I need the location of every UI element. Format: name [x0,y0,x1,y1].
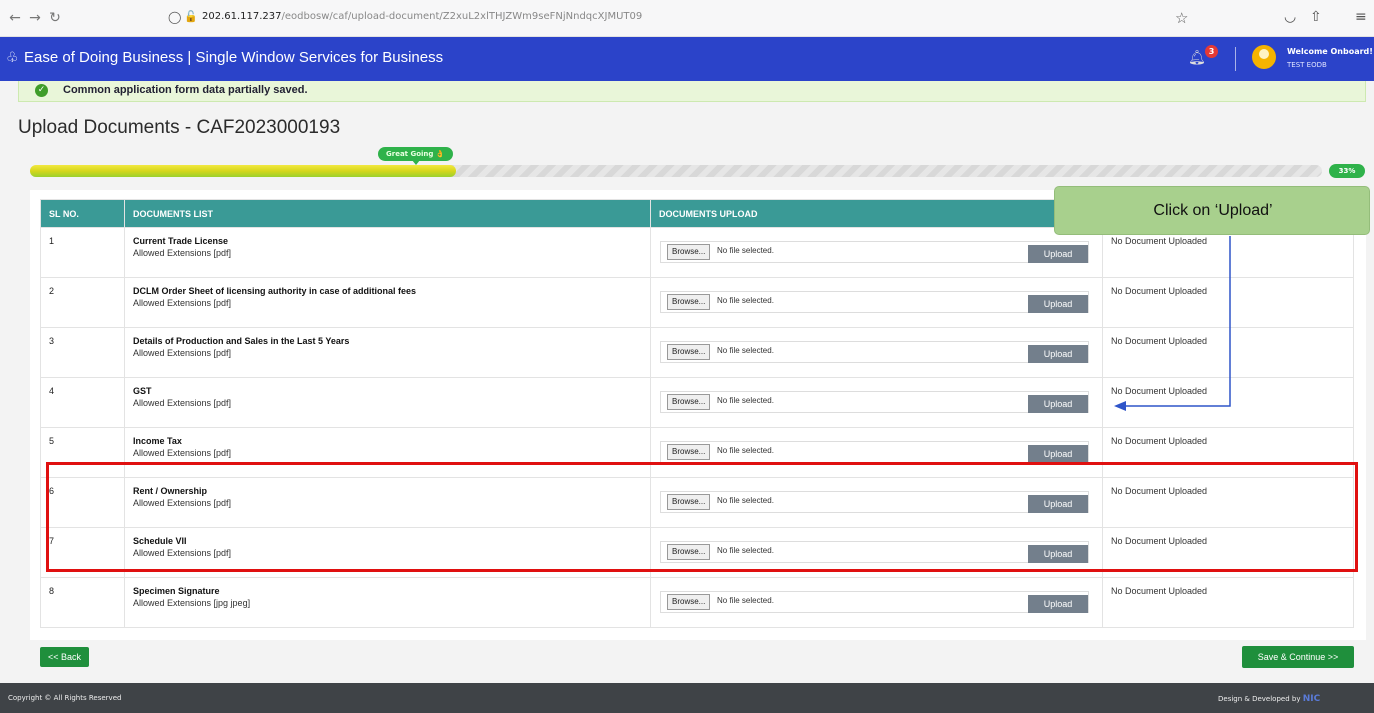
row-document: Current Trade License Allowed Extensions … [124,227,651,278]
browse-button[interactable]: Browse... [667,394,711,410]
extensions-icon[interactable]: ⇧ [1310,9,1322,25]
document-name: Specimen Signature [133,586,220,596]
document-name: Current Trade License [133,236,229,246]
allowed-extensions: Allowed Extensions [pdf] [133,398,232,408]
app-title: Ease of Doing Business | Single Window S… [24,49,444,66]
callout-arrow [1114,236,1231,411]
callout-text: Click on ‘Upload’ [1153,202,1273,219]
file-input[interactable]: Browse... No file selected. Upload [660,391,1089,413]
highlight-box [46,462,1358,572]
save-continue-button[interactable]: Save & Continue >> [1242,646,1354,668]
browse-button[interactable]: Browse... [667,244,711,260]
row-upload-cell: Browse... No file selected. Upload [650,277,1103,328]
file-status: No file selected. [717,446,774,455]
header-divider [1235,47,1236,71]
row-sl-no: 1 [40,227,125,278]
file-status: No file selected. [717,346,774,355]
progress-fill [30,165,457,177]
row-document: DCLM Order Sheet of licensing authority … [124,277,651,328]
row-sl-no: 2 [40,277,125,328]
file-status: No file selected. [717,396,774,405]
app-header: ♧ Ease of Doing Business | Single Window… [0,37,1374,81]
pocket-icon[interactable]: ◡ [1284,9,1296,25]
row-sl-no: 8 [40,577,125,628]
file-input[interactable]: Browse... No file selected. Upload [660,441,1089,463]
browse-button[interactable]: Browse... [667,444,711,460]
file-input[interactable]: Browse... No file selected. Upload [660,591,1089,613]
row-document: Specimen Signature Allowed Extensions [jp… [124,577,651,628]
file-input[interactable]: Browse... No file selected. Upload [660,341,1089,363]
row-sl-no: 3 [40,327,125,378]
table-row: 8 Specimen Signature Allowed Extensions [j… [40,577,1354,628]
success-alert: ✓ Common application form data partially… [18,81,1366,102]
check-circle-icon: ✓ [35,84,48,97]
row-document: GST Allowed Extensions [pdf] [124,377,651,428]
avatar[interactable] [1252,45,1276,69]
logo-icon: ♧ [6,50,19,66]
notification-badge: 3 [1205,45,1218,58]
row-document: Details of Production and Sales in the L… [124,327,651,378]
document-name: DCLM Order Sheet of licensing authority … [133,286,417,296]
browser-toolbar: ← → ↻ ◯ 🔓 202.61.117.237/eodbosw/caf/upl… [0,0,1374,37]
copyright-text: Copyright © All Rights Reserved [8,694,122,702]
row-upload-cell: Browse... No file selected. Upload [650,327,1103,378]
allowed-extensions: Allowed Extensions [pdf] [133,448,232,458]
progress-bar [30,165,1322,177]
address-bar[interactable]: ◯ 🔓 202.61.117.237/eodbosw/caf/upload-do… [150,5,1200,31]
allowed-extensions: Allowed Extensions [pdf] [133,298,232,308]
url-host: 202.61.117.237 [202,11,282,22]
back-arrow-icon[interactable]: ← [6,9,24,27]
nic-logo: NIC [1302,694,1321,704]
row-sl-no: 4 [40,377,125,428]
menu-icon[interactable]: ≡ [1355,9,1367,25]
developed-by: Design & Developed by NIC [1218,694,1320,704]
header-documents-list: DOCUMENTS LIST [124,199,651,228]
bookmark-star-icon[interactable]: ☆ [1175,9,1188,27]
upload-button[interactable]: Upload [1028,395,1088,413]
document-name: Details of Production and Sales in the L… [133,336,350,346]
file-status: No file selected. [717,296,774,305]
page-title: Upload Documents - CAF2023000193 [18,117,341,138]
browse-button[interactable]: Browse... [667,594,711,610]
allowed-extensions: Allowed Extensions [jpg jpeg] [133,598,251,608]
upload-button[interactable]: Upload [1028,445,1088,463]
browse-button[interactable]: Browse... [667,294,711,310]
file-input[interactable]: Browse... No file selected. Upload [660,291,1089,313]
reload-icon[interactable]: ↻ [46,9,64,27]
callout-box: Click on ‘Upload’ [1054,186,1370,235]
upload-button[interactable]: Upload [1028,295,1088,313]
header-documents-upload: DOCUMENTS UPLOAD [650,199,1103,228]
document-name: GST [133,386,152,396]
upload-button[interactable]: Upload [1028,595,1088,613]
url-path: /eodbosw/caf/upload-document/Z2xuL2xlTHJ… [281,11,643,22]
document-name: Income Tax [133,436,182,446]
user-name: TEST EODB [1287,61,1327,69]
progress-label: Great Going 👌 [378,147,453,165]
file-input[interactable]: Browse... No file selected. Upload [660,241,1089,263]
upload-button[interactable]: Upload [1028,245,1088,263]
lock-icon: 🔓 [184,10,198,23]
developed-by-text: Design & Developed by [1218,695,1301,703]
forward-arrow-icon[interactable]: → [26,9,44,27]
bell-icon[interactable]: 🔔︎ [1188,50,1206,66]
browse-button[interactable]: Browse... [667,344,711,360]
progress-percent: 33% [1329,164,1365,178]
allowed-extensions: Allowed Extensions [pdf] [133,348,232,358]
alert-message: Common application form data partially s… [63,84,308,96]
back-button[interactable]: << Back [40,647,89,667]
file-status: No file selected. [717,246,774,255]
upload-status: No Document Uploaded [1102,577,1354,628]
file-status: No file selected. [717,596,774,605]
row-upload-cell: Browse... No file selected. Upload [650,227,1103,278]
welcome-text: Welcome Onboard! [1287,47,1373,56]
header-sl-no: SL NO. [40,199,125,228]
shield-icon: ◯ [168,10,182,24]
row-upload-cell: Browse... No file selected. Upload [650,377,1103,428]
row-upload-cell: Browse... No file selected. Upload [650,577,1103,628]
upload-button[interactable]: Upload [1028,345,1088,363]
allowed-extensions: Allowed Extensions [pdf] [133,248,232,258]
footer: Copyright © All Rights Reserved Design &… [0,683,1374,713]
